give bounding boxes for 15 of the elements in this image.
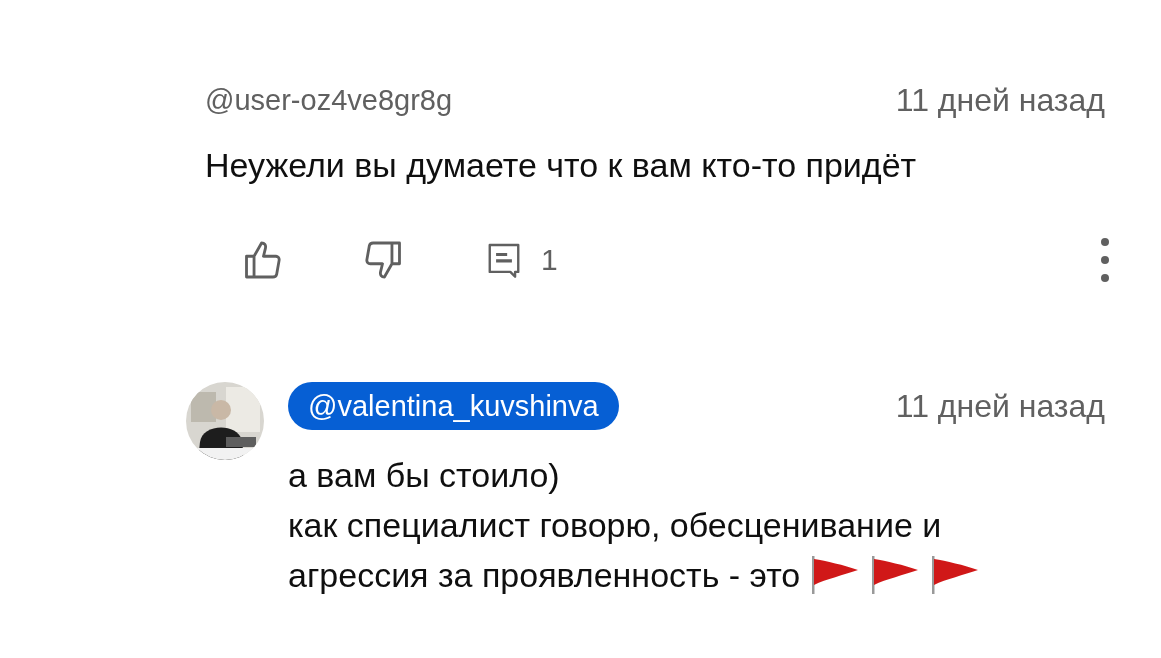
comment-time: 11 дней назад: [895, 387, 1105, 425]
comment-text: агрессия за проявленность - это: [288, 555, 801, 595]
thumbs-up-icon: [245, 241, 281, 279]
comment-text: как специалист говорю, обесценивание и: [288, 505, 942, 545]
replies-button[interactable]: 1: [485, 240, 558, 280]
comment-text: Неужели вы думаете что к вам кто-то придёт: [205, 145, 917, 185]
more-options-button[interactable]: [1099, 237, 1111, 283]
comment-time: 11 дней назад: [895, 81, 1105, 119]
dislike-button[interactable]: [365, 241, 401, 279]
comment-author[interactable]: @user-oz4ve8gr8g: [205, 82, 453, 118]
comment-text: а вам бы стоило): [288, 455, 560, 495]
like-button[interactable]: [245, 241, 281, 279]
thumbs-down-icon: [365, 241, 401, 279]
channel-owner-badge[interactable]: @valentina_kuvshinva: [288, 382, 619, 430]
more-options-icon: [1099, 237, 1111, 283]
